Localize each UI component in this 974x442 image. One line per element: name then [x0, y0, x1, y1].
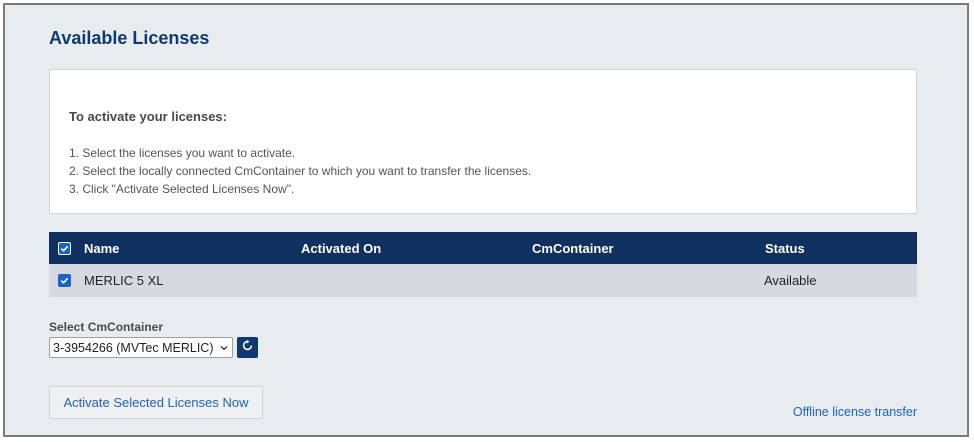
row-status: Available	[764, 273, 817, 288]
instruction-step: 1. Select the licenses you want to activ…	[69, 146, 296, 160]
row-license-name: MERLIC 5 XL	[84, 273, 164, 288]
activate-licenses-button[interactable]: Activate Selected Licenses Now	[49, 386, 263, 419]
refresh-button[interactable]	[237, 337, 258, 358]
table-header: Name Activated On CmContainer Status	[49, 232, 917, 264]
column-header-cmcontainer[interactable]: CmContainer	[532, 232, 614, 264]
select-all-checkbox[interactable]	[58, 232, 71, 264]
column-header-status[interactable]: Status	[765, 232, 805, 264]
instructions-steps: 1. Select the licenses you want to activ…	[69, 144, 531, 198]
table-row[interactable]: MERLIC 5 XL Available	[49, 264, 917, 297]
instruction-step: 2. Select the locally connected CmContai…	[69, 164, 532, 178]
checkmark-icon	[58, 274, 71, 287]
license-panel-frame: Available Licenses To activate your lice…	[3, 3, 969, 437]
refresh-icon	[241, 339, 254, 357]
page-title: Available Licenses	[49, 28, 210, 48]
instructions-panel: To activate your licenses: 1. Select the…	[49, 69, 917, 214]
cmcontainer-select[interactable]: 3-3954266 (MVTec MERLIC)	[49, 337, 233, 358]
chevron-down-icon	[219, 342, 229, 352]
cmcontainer-select-label: Select CmContainer	[49, 320, 164, 334]
instruction-step: 3. Click "Activate Selected Licenses Now…	[69, 182, 295, 196]
offline-license-transfer-link[interactable]: Offline license transfer	[793, 405, 917, 419]
instructions-heading: To activate your licenses:	[69, 109, 227, 124]
licenses-table: Name Activated On CmContainer Status MER…	[49, 232, 917, 297]
column-header-name[interactable]: Name	[84, 232, 119, 264]
column-header-activated-on[interactable]: Activated On	[301, 232, 381, 264]
row-checkbox[interactable]	[58, 264, 71, 297]
checkmark-icon	[58, 241, 71, 255]
cmcontainer-selected-value: 3-3954266 (MVTec MERLIC)	[53, 340, 214, 355]
